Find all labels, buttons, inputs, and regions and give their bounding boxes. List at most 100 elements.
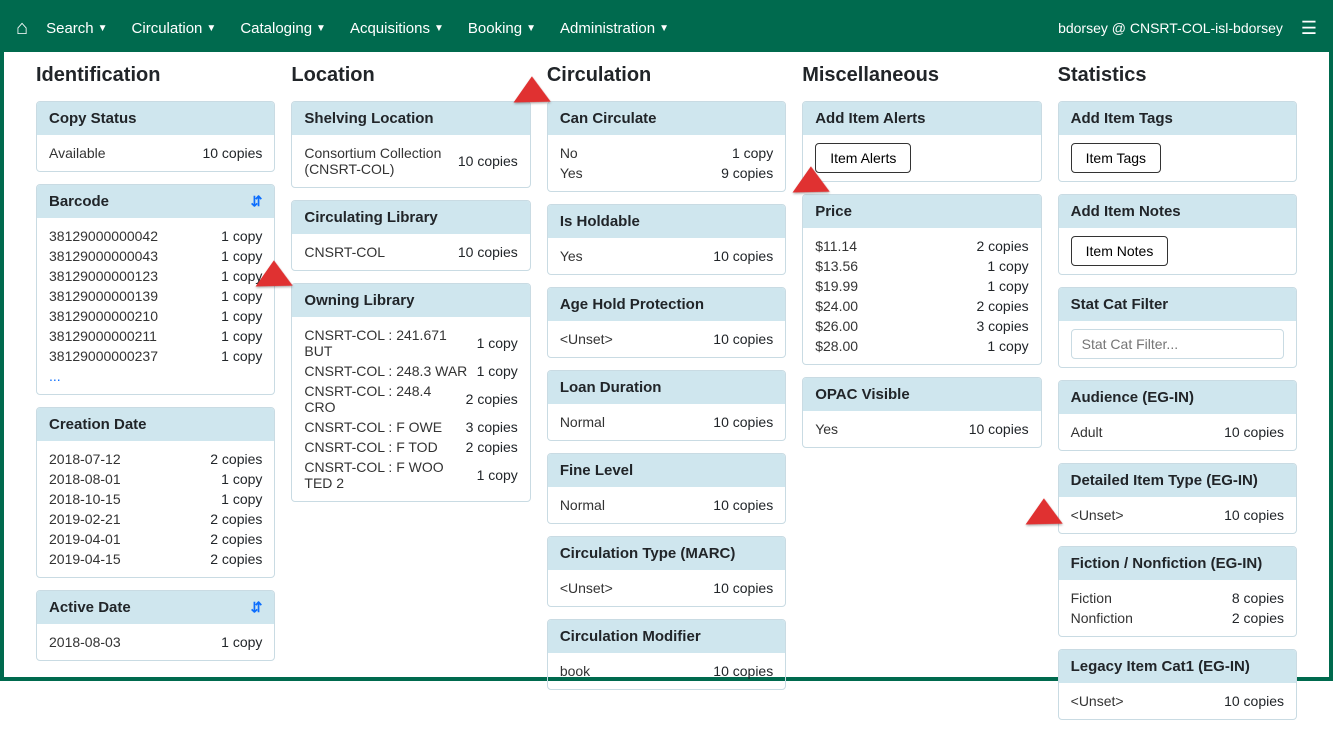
table-row[interactable]: 381290000001391 copy: [49, 286, 262, 306]
card-header[interactable]: Shelving Location: [292, 102, 529, 135]
table-row[interactable]: $26.003 copies: [815, 316, 1028, 336]
caret-down-icon: ▼: [98, 23, 108, 34]
table-row[interactable]: No1 copy: [560, 143, 773, 163]
card-loan-duration: Loan Duration Normal10 copies: [547, 370, 786, 441]
table-row[interactable]: 2018-08-011 copy: [49, 469, 262, 489]
card-header[interactable]: Copy Status: [37, 102, 274, 135]
card-fine-level: Fine Level Normal10 copies: [547, 453, 786, 524]
nav-cataloging[interactable]: Cataloging▼: [240, 20, 326, 37]
home-icon[interactable]: ⌂: [16, 17, 28, 40]
card-header[interactable]: Circulation Type (MARC): [548, 537, 785, 570]
table-row[interactable]: 381290000002111 copy: [49, 326, 262, 346]
nav-booking[interactable]: Booking▼: [468, 20, 536, 37]
card-header[interactable]: Is Holdable: [548, 205, 785, 238]
card-header[interactable]: Legacy Item Cat1 (EG-IN): [1059, 650, 1296, 683]
nav-search[interactable]: Search▼: [46, 20, 107, 37]
card-header[interactable]: Age Hold Protection: [548, 288, 785, 321]
table-row[interactable]: 381290000001231 copy: [49, 266, 262, 286]
table-row[interactable]: 2018-08-031 copy: [49, 632, 262, 652]
list-menu-icon[interactable]: ☰: [1301, 18, 1317, 39]
card-header[interactable]: Price: [803, 195, 1040, 228]
card-header: Stat Cat Filter: [1059, 288, 1296, 321]
card-add-item-alerts: Add Item Alerts Item Alerts: [802, 101, 1041, 182]
table-row[interactable]: $11.142 copies: [815, 236, 1028, 256]
user-info[interactable]: bdorsey @ CNSRT-COL-isl-bdorsey: [1058, 20, 1283, 36]
table-row[interactable]: Yes9 copies: [560, 163, 773, 183]
table-row[interactable]: 381290000000431 copy: [49, 246, 262, 266]
stat-cat-filter-input[interactable]: [1071, 329, 1284, 359]
col-circulation: Circulation Can Circulate No1 copy Yes9 …: [547, 64, 786, 732]
caret-down-icon: ▼: [434, 23, 444, 34]
card-audience: Audience (EG-IN) Adult10 copies: [1058, 380, 1297, 451]
table-row[interactable]: Normal10 copies: [560, 412, 773, 432]
table-row[interactable]: Fiction8 copies: [1071, 588, 1284, 608]
table-row[interactable]: $28.001 copy: [815, 336, 1028, 356]
col-miscellaneous: Miscellaneous Add Item Alerts Item Alert…: [802, 64, 1041, 732]
table-row[interactable]: book10 copies: [560, 661, 773, 681]
table-row[interactable]: Unset10 copies: [560, 578, 773, 598]
col-identification: Identification Copy Status Available10 c…: [36, 64, 275, 732]
card-header[interactable]: Circulation Modifier: [548, 620, 785, 653]
card-header[interactable]: Fine Level: [548, 454, 785, 487]
table-row[interactable]: Consortium Collection (CNSRT-COL)10 copi…: [304, 143, 517, 179]
table-row[interactable]: Unset10 copies: [1071, 691, 1284, 711]
nav-administration[interactable]: Administration▼: [560, 20, 669, 37]
card-header[interactable]: Circulating Library: [292, 201, 529, 234]
card-header[interactable]: Active Date ⇵: [37, 591, 274, 624]
table-row[interactable]: 381290000002371 copy: [49, 346, 262, 366]
card-header[interactable]: Creation Date: [37, 408, 274, 441]
caret-down-icon: ▼: [526, 23, 536, 34]
card-header[interactable]: Loan Duration: [548, 371, 785, 404]
table-row[interactable]: 381290000000421 copy: [49, 226, 262, 246]
table-row[interactable]: Yes10 copies: [560, 246, 773, 266]
sort-icon[interactable]: ⇵: [251, 599, 263, 616]
table-row[interactable]: CNSRT-COL : 248.3 WAR1 copy: [304, 361, 517, 381]
table-row[interactable]: 2018-07-122 copies: [49, 449, 262, 469]
table-row[interactable]: Yes10 copies: [815, 419, 1028, 439]
card-circulating-library: Circulating Library CNSRT-COL10 copies: [291, 200, 530, 271]
card-active-date: Active Date ⇵ 2018-08-031 copy: [36, 590, 275, 661]
table-row[interactable]: CNSRT-COL10 copies: [304, 242, 517, 262]
table-row[interactable]: Available10 copies: [49, 143, 262, 163]
card-header[interactable]: Barcode ⇵: [37, 185, 274, 218]
table-row[interactable]: 2019-02-212 copies: [49, 509, 262, 529]
item-alerts-button[interactable]: Item Alerts: [815, 143, 911, 173]
table-row[interactable]: CNSRT-COL : F OWE3 copies: [304, 417, 517, 437]
table-row[interactable]: 381290000002101 copy: [49, 306, 262, 326]
table-row[interactable]: 2019-04-152 copies: [49, 549, 262, 569]
card-header[interactable]: Owning Library: [292, 284, 529, 317]
table-row[interactable]: $24.002 copies: [815, 296, 1028, 316]
table-row[interactable]: Normal10 copies: [560, 495, 773, 515]
table-row[interactable]: CNSRT-COL : 241.671 BUT1 copy: [304, 325, 517, 361]
item-tags-button[interactable]: Item Tags: [1071, 143, 1161, 173]
card-circulation-type: Circulation Type (MARC) Unset10 copies: [547, 536, 786, 607]
table-row[interactable]: CNSRT-COL : F TOD2 copies: [304, 437, 517, 457]
sort-icon[interactable]: ⇵: [251, 193, 263, 210]
table-row[interactable]: Unset10 copies: [1071, 505, 1284, 525]
card-copy-status: Copy Status Available10 copies: [36, 101, 275, 172]
col-header-statistics: Statistics: [1058, 64, 1297, 87]
table-row[interactable]: $19.991 copy: [815, 276, 1028, 296]
table-row[interactable]: Unset10 copies: [560, 329, 773, 349]
table-row[interactable]: 2018-10-151 copy: [49, 489, 262, 509]
card-header[interactable]: OPAC Visible: [803, 378, 1040, 411]
table-row[interactable]: 2019-04-012 copies: [49, 529, 262, 549]
col-location: Location Shelving Location Consortium Co…: [291, 64, 530, 732]
item-notes-button[interactable]: Item Notes: [1071, 236, 1169, 266]
table-row[interactable]: CNSRT-COL : F WOO TED 21 copy: [304, 457, 517, 493]
table-row[interactable]: Nonfiction2 copies: [1071, 608, 1284, 628]
card-header[interactable]: Detailed Item Type (EG-IN): [1059, 464, 1296, 497]
table-row[interactable]: Adult10 copies: [1071, 422, 1284, 442]
col-header-circulation: Circulation: [547, 64, 786, 87]
card-header[interactable]: Audience (EG-IN): [1059, 381, 1296, 414]
card-creation-date: Creation Date 2018-07-122 copies 2018-08…: [36, 407, 275, 578]
col-header-location: Location: [291, 64, 530, 87]
table-row[interactable]: $13.561 copy: [815, 256, 1028, 276]
table-row[interactable]: CNSRT-COL : 248.4 CRO2 copies: [304, 381, 517, 417]
card-header[interactable]: Fiction / Nonfiction (EG-IN): [1059, 547, 1296, 580]
card-header[interactable]: Can Circulate: [548, 102, 785, 135]
nav-acquisitions[interactable]: Acquisitions▼: [350, 20, 444, 37]
nav-circulation[interactable]: Circulation▼: [132, 20, 217, 37]
card-age-hold-protection: Age Hold Protection Unset10 copies: [547, 287, 786, 358]
show-more-link[interactable]: ...: [49, 366, 262, 386]
